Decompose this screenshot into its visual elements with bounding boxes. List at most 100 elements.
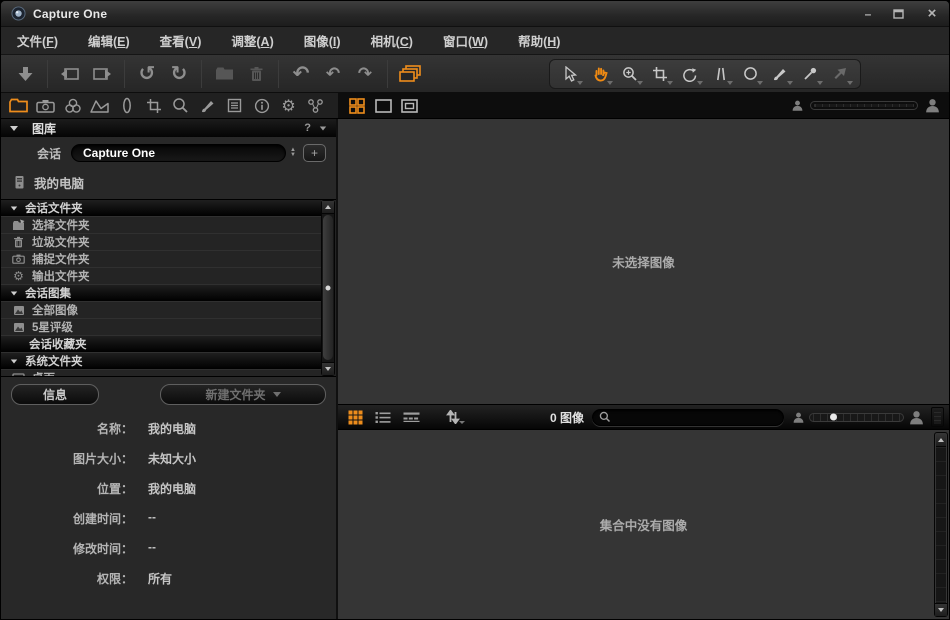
spot-tool[interactable] xyxy=(735,61,765,87)
help-icon[interactable]: ? xyxy=(304,122,311,134)
primary-view-button[interactable] xyxy=(370,95,396,117)
info-row-location: 位置： 我的电脑 xyxy=(1,480,336,497)
tab-info[interactable] xyxy=(248,94,275,118)
grid-view-button[interactable] xyxy=(343,406,367,428)
close-button[interactable]: × xyxy=(925,5,939,22)
pan-tool[interactable] xyxy=(585,61,615,87)
menu-view[interactable]: 查看(V) xyxy=(160,31,202,50)
rotate-cw-button[interactable]: ↻ xyxy=(163,59,195,89)
tree-item-trash-folder[interactable]: 垃圾文件夹 xyxy=(1,234,321,251)
tree-section-session-folders[interactable]: 会话文件夹 xyxy=(1,200,321,217)
menu-file[interactable]: 文件(F) xyxy=(17,31,58,50)
scroll-down-icon[interactable] xyxy=(322,362,334,375)
tree-scrollbar[interactable] xyxy=(321,200,335,376)
image-count: 0 图像 xyxy=(550,409,588,426)
search-icon xyxy=(599,411,611,423)
eyedropper-tool[interactable] xyxy=(795,61,825,87)
tab-adjustments[interactable] xyxy=(194,94,221,118)
keystone-tool[interactable] xyxy=(705,61,735,87)
zoom-tool[interactable] xyxy=(615,61,645,87)
tab-library[interactable] xyxy=(5,94,32,118)
section-collapse-icon[interactable] xyxy=(11,359,17,363)
menu-image[interactable]: 图像(I) xyxy=(304,31,341,50)
info-button[interactable]: 信息 xyxy=(11,384,99,405)
computer-icon xyxy=(13,175,26,190)
tree-scrollbar-thumb[interactable] xyxy=(323,215,333,360)
capture-folder-icon xyxy=(12,253,25,266)
tree-item-output-folder[interactable]: ⚙ 输出文件夹 xyxy=(1,268,321,285)
menu-adjust[interactable]: 调整(A) xyxy=(231,31,273,50)
browser-empty-message: 集合中没有图像 xyxy=(600,515,688,534)
brush-tool[interactable] xyxy=(765,61,795,87)
tab-metadata[interactable] xyxy=(221,94,248,118)
rotate-right-button[interactable] xyxy=(86,59,118,89)
tab-details[interactable] xyxy=(167,94,194,118)
scroll-up-icon[interactable] xyxy=(936,434,946,447)
tree-section-session-favorites[interactable]: 会话收藏夹 xyxy=(1,336,321,353)
add-session-button[interactable]: + xyxy=(303,144,326,162)
move-to-folder-icon xyxy=(208,59,240,89)
image-browser: 集合中没有图像 xyxy=(338,430,949,619)
session-dropdown[interactable]: Capture One xyxy=(71,144,286,162)
info-row-created: 创建时间： -- xyxy=(1,510,336,527)
computer-row[interactable]: 我的电脑 xyxy=(1,169,336,195)
tab-crop[interactable] xyxy=(140,94,167,118)
crop-tool[interactable] xyxy=(645,61,675,87)
tab-output[interactable] xyxy=(302,94,329,118)
tab-capture[interactable] xyxy=(32,94,59,118)
thumbnail-size-slider[interactable] xyxy=(809,413,904,422)
image-viewer: 未选择图像 xyxy=(338,119,949,404)
session-label: 会话 xyxy=(37,145,61,162)
tree-section-system-folders[interactable]: 系统文件夹 xyxy=(1,353,321,370)
multi-view-button[interactable] xyxy=(344,95,370,117)
search-input[interactable] xyxy=(615,411,777,423)
output-folder-icon: ⚙ xyxy=(12,270,25,283)
panel-menu-icon[interactable] xyxy=(320,126,326,130)
tab-settings[interactable]: ⚙ xyxy=(275,94,302,118)
straighten-tool[interactable] xyxy=(675,61,705,87)
session-spinner[interactable]: ▲ ▼ xyxy=(290,148,296,158)
section-collapse-icon[interactable] xyxy=(11,206,17,210)
tree-item-desktop[interactable]: 桌面 xyxy=(1,370,321,377)
tree-item-capture-folder[interactable]: 捕捉文件夹 xyxy=(1,251,321,268)
menu-edit[interactable]: 编辑(E) xyxy=(88,31,130,50)
album-icon xyxy=(12,304,25,317)
apply-arrow-tool[interactable] xyxy=(825,61,855,87)
viewer-zoom-slider[interactable] xyxy=(810,101,918,110)
rotate-ccw-button[interactable]: ↺ xyxy=(131,59,163,89)
menu-help[interactable]: 帮助(H) xyxy=(518,31,560,50)
scroll-up-icon[interactable] xyxy=(322,201,334,214)
maximize-button[interactable] xyxy=(893,9,907,19)
tab-color[interactable] xyxy=(59,94,86,118)
tree-item-selects-folder[interactable]: 选择文件夹 xyxy=(1,217,321,234)
select-tool[interactable] xyxy=(555,61,585,87)
menu-camera[interactable]: 相机(C) xyxy=(371,31,413,50)
section-collapse-icon[interactable] xyxy=(11,291,17,295)
filmstrip-view-button[interactable] xyxy=(399,406,423,428)
copy-apply-button[interactable] xyxy=(394,59,426,89)
import-button[interactable] xyxy=(9,59,41,89)
tree-section-session-albums[interactable]: 会话图集 xyxy=(1,285,321,302)
person-large-icon xyxy=(924,97,941,114)
undo-all-button[interactable]: ↶ xyxy=(285,59,317,89)
proof-view-button[interactable] xyxy=(396,95,422,117)
person-large-icon xyxy=(908,409,925,426)
search-box[interactable] xyxy=(592,409,784,426)
rotate-left-button[interactable] xyxy=(54,59,86,89)
collapse-icon[interactable] xyxy=(10,126,18,131)
browser-scrollbar[interactable] xyxy=(934,432,948,617)
tab-lens[interactable] xyxy=(113,94,140,118)
scroll-down-icon[interactable] xyxy=(935,603,947,616)
tree-item-all-images[interactable]: 全部图像 xyxy=(1,302,321,319)
redo-button[interactable]: ↷ xyxy=(349,59,381,89)
new-folder-button[interactable]: 新建文件夹 xyxy=(160,384,326,405)
slider-thumb[interactable] xyxy=(830,414,837,421)
minimize-button[interactable]: – xyxy=(861,7,875,21)
library-panel-header[interactable]: 图库 ? xyxy=(1,119,336,137)
sort-button[interactable] xyxy=(441,406,465,428)
tree-item-five-star[interactable]: 5星评级 xyxy=(1,319,321,336)
undo-button[interactable]: ↶ xyxy=(317,59,349,89)
tab-exposure[interactable] xyxy=(86,94,113,118)
menu-window[interactable]: 窗口(W) xyxy=(443,31,488,50)
list-view-button[interactable] xyxy=(371,406,395,428)
